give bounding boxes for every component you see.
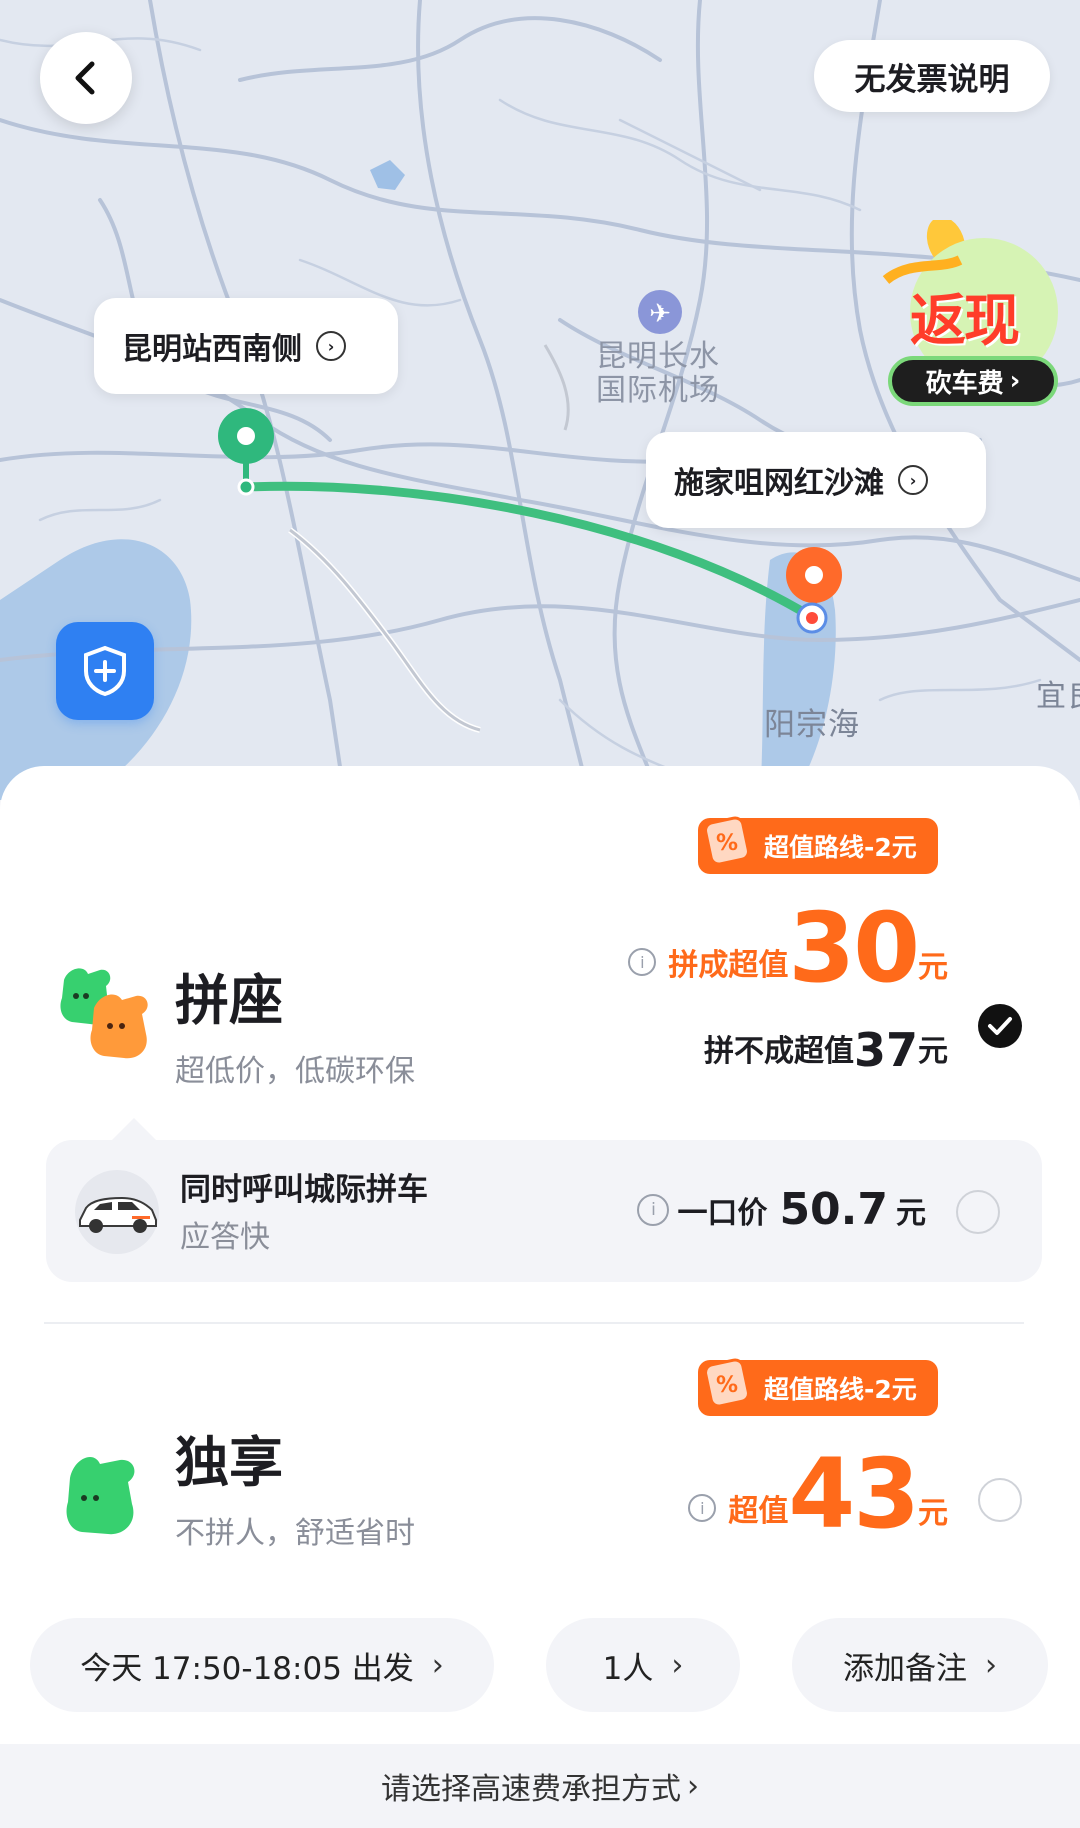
lake-label: 阳宗海 — [764, 707, 860, 743]
edge-place-label: 宜良 — [1036, 679, 1080, 714]
carpool-subtitle: 超低价，低碳环保 — [175, 1054, 415, 1089]
svg-text:%: % — [716, 1373, 738, 1398]
add-note-label: 添加备注 — [843, 1650, 967, 1687]
chevron-right-icon: › — [431, 1647, 444, 1683]
svg-text:✈: ✈ — [649, 299, 671, 329]
origin-bubble[interactable]: 昆明站西南侧 › — [94, 298, 398, 394]
passenger-count-button[interactable]: 1人 › — [546, 1618, 740, 1712]
info-icon[interactable]: i — [637, 1193, 670, 1226]
carpool-alt-label: 拼不成超值 — [703, 1034, 854, 1069]
carpool-price[interactable]: i 拼成超值 30 元 — [628, 892, 948, 1004]
exclusive-price-value: 43 — [788, 1438, 920, 1550]
chevron-right-icon: › — [671, 1647, 684, 1683]
intercity-price-value: 50.7 — [779, 1184, 888, 1235]
exclusive-subtitle: 不拼人，舒适省时 — [175, 1516, 415, 1551]
airport-label: 昆明长水 国际机场 — [596, 340, 720, 408]
exclusive-name: 独享 — [175, 1431, 283, 1494]
carpool-price-value: 30 — [788, 892, 920, 1004]
carpool-price-label: 拼成超值 — [668, 948, 789, 983]
highway-fee-label: 请选择高速费承担方式 — [381, 1772, 681, 1807]
chevron-left-icon — [75, 61, 95, 95]
intercity-price-unit: 元 — [896, 1195, 926, 1231]
departure-time-label: 今天 17:50-18:05 出发 — [80, 1650, 414, 1687]
carpool-price-unit: 元 — [918, 950, 948, 985]
chevron-right-icon: › — [316, 331, 346, 361]
info-icon[interactable]: i — [628, 948, 657, 976]
safety-shield-button[interactable] — [56, 622, 154, 720]
chevron-right-icon: › — [687, 1768, 699, 1804]
intercity-price-label: 一口价 — [677, 1195, 768, 1231]
carpool-promo-text: 超值路线-2元 — [764, 833, 917, 862]
carpool-alt-price: 拼不成超值 37 元 — [704, 1026, 948, 1074]
discount-icon: % — [704, 816, 750, 866]
exclusive-select-checkbox[interactable] — [978, 1478, 1022, 1522]
cashback-sub: 砍车费 — [925, 368, 1004, 399]
car-icon — [75, 1170, 159, 1254]
highway-fee-selector[interactable]: 请选择高速费承担方式 › — [0, 1744, 1080, 1828]
destination-label: 施家咀网红沙滩 — [674, 466, 884, 501]
intercity-title: 同时呼叫城际拼车 — [180, 1172, 428, 1208]
discount-icon: % — [704, 1358, 750, 1408]
divider — [44, 1322, 1024, 1324]
cashback-badge[interactable]: 返现 砍车费 › — [880, 216, 1068, 416]
origin-label: 昆明站西南侧 — [122, 332, 302, 367]
cashback-cta[interactable]: 砍车费 › — [888, 356, 1058, 406]
add-note-button[interactable]: 添加备注 › — [792, 1618, 1048, 1712]
back-button[interactable] — [40, 32, 132, 124]
airport-label-line1: 昆明长水 — [596, 339, 720, 374]
chevron-right-icon: › — [985, 1647, 997, 1683]
exclusive-promo-text: 超值路线-2元 — [764, 1375, 917, 1404]
carpool-alt-value: 37 — [853, 1023, 918, 1077]
carpool-select-checkbox[interactable] — [978, 1004, 1022, 1048]
info-icon[interactable]: i — [688, 1494, 717, 1522]
intercity-select-checkbox[interactable] — [956, 1190, 1000, 1234]
exclusive-price-label: 超值 — [728, 1494, 789, 1529]
svg-text:%: % — [716, 831, 738, 856]
carpool-alt-unit: 元 — [918, 1034, 948, 1069]
airport-label-line2: 国际机场 — [596, 373, 720, 408]
carpool-promo-tag: % 超值路线-2元 — [698, 816, 938, 874]
passenger-count-label: 1人 — [602, 1650, 654, 1687]
intercity-notch — [112, 1118, 156, 1140]
carpool-name: 拼座 — [175, 969, 283, 1032]
departure-time-button[interactable]: 今天 17:50-18:05 出发 › — [30, 1618, 494, 1712]
intercity-price: i 一口价 50.7 元 — [637, 1184, 926, 1235]
shield-icon — [84, 645, 126, 697]
intercity-subtitle: 应答快 — [180, 1220, 270, 1255]
exclusive-price[interactable]: i 超值 43 元 — [688, 1438, 948, 1550]
checkmark-icon — [988, 1017, 1012, 1035]
cashback-title: 返现 — [910, 289, 1020, 354]
thumbs-up-pair-icon — [60, 968, 148, 1059]
map-view[interactable]: ✈ 昆明长水 国际机场 阳宗海 宜良 无发票说明 昆明站西南侧 — [0, 0, 1080, 800]
intercity-option[interactable]: 同时呼叫城际拼车 应答快 i 一口价 50.7 元 — [46, 1140, 1042, 1282]
chevron-right-icon: › — [898, 465, 928, 495]
thumbs-up-icon — [66, 1456, 135, 1535]
exclusive-price-unit: 元 — [918, 1496, 948, 1531]
chevron-right-icon: › — [1009, 366, 1021, 396]
destination-bubble[interactable]: 施家咀网红沙滩 › — [646, 432, 986, 528]
invoice-info-button[interactable]: 无发票说明 — [814, 40, 1050, 112]
exclusive-promo-tag: % 超值路线-2元 — [698, 1358, 938, 1416]
